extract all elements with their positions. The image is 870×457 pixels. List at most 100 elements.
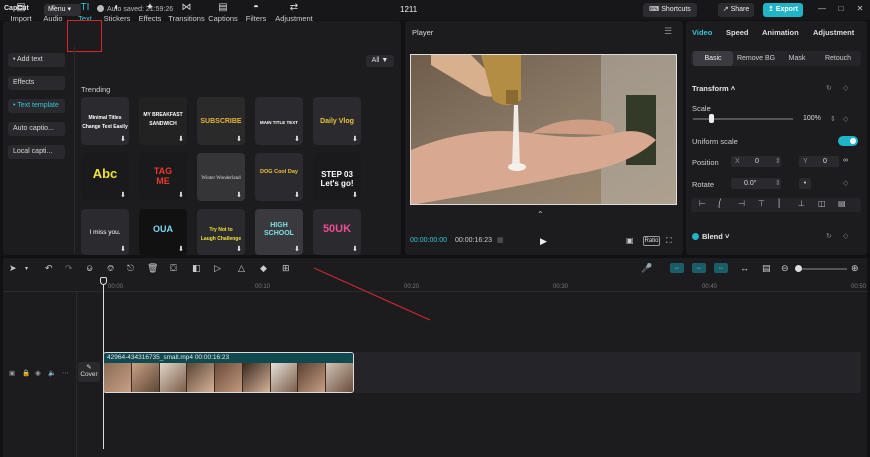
keyframe-icon[interactable]: ◇ [843,115,848,123]
split-icon[interactable]: ⎉ [86,263,93,274]
stepper-icon[interactable]: ⇕ [830,115,836,123]
download-icon[interactable]: ⬇ [352,191,358,199]
download-icon[interactable]: ⬇ [294,135,300,143]
sidebar-item-text-template[interactable]: • Text template [8,99,65,113]
speaker-icon[interactable]: 🔈 [48,369,56,377]
tab-speed[interactable]: Speed [726,28,749,37]
sidebar-item-add-text[interactable]: • Add text [8,53,65,67]
download-icon[interactable]: ⬇ [236,245,242,253]
tab-filters[interactable]: ◓ Filters [244,2,268,23]
uniform-scale-toggle[interactable] [838,136,858,146]
filter-all-button[interactable]: All ▼ [366,55,394,67]
keyframe-icon[interactable]: ◇ [843,179,848,187]
sidebar-item-auto-captions[interactable]: Auto captio... [8,122,65,136]
template-tile[interactable]: SUBSCRIBE ⬇ [197,97,245,145]
auto-snap-icon[interactable]: ↔ [692,263,706,273]
download-icon[interactable]: ⬇ [178,191,184,199]
chevron-down-icon[interactable]: ▾ [25,265,28,272]
download-icon[interactable]: ⬇ [236,135,242,143]
align-left-icon[interactable]: ⊢ [699,199,706,208]
playhead-line[interactable] [103,277,104,449]
playhead-handle[interactable] [100,277,107,285]
subtab-remove-bg[interactable]: Remove BG [735,51,777,66]
sidebar-item-local-captions[interactable]: Local capti... [8,145,65,159]
align-top-icon[interactable]: ⊤ [758,199,765,208]
zoom-slider-knob[interactable] [795,265,802,272]
subtab-mask[interactable]: Mask [779,51,815,66]
reset-icon[interactable]: ↻ [826,84,832,92]
menu-icon[interactable]: ☰ [664,26,672,37]
align-center-v-icon[interactable]: ⎜ [778,199,782,208]
share-button[interactable]: ↗ Share [718,3,754,17]
more-icon[interactable]: ⋯ [62,369,69,377]
microphone-icon[interactable]: 🎤 [641,263,652,274]
linkage-icon[interactable]: ↔ [714,263,728,273]
align-right-icon[interactable]: ⊣ [738,199,745,208]
shortcuts-button[interactable]: ⌨ Shortcuts [643,3,697,17]
zoom-in-icon[interactable]: ⊕ [851,263,859,274]
video-clip[interactable]: 42964-434316735_small.mp4 00:00:16:23 [103,352,354,393]
lock-icon[interactable]: 🔒 [22,369,30,377]
keyframe-icon[interactable]: ◇ [843,84,848,92]
template-tile[interactable]: I miss you. ⬇ [81,209,129,255]
template-tile[interactable]: HIGH SCHOOL ⬇ [255,209,303,255]
tab-audio[interactable]: ○ Audio [40,2,66,23]
mirror-icon[interactable]: △ [238,263,245,274]
template-tile[interactable]: Try Not to Laugh Challenge ⬇ [197,209,245,255]
maximize-button[interactable]: □ [836,4,846,14]
minimize-button[interactable]: — [817,4,827,14]
subtab-retouch[interactable]: Retouch [817,51,859,66]
rotate-icon[interactable]: ◆ [260,263,267,274]
rotate-dial[interactable]: • [799,178,811,189]
reverse-icon[interactable]: ▷ [214,263,221,274]
tab-animation[interactable]: Animation [762,28,799,37]
template-tile[interactable]: Minimal Titles Change Text Easily ⬇ [81,97,129,145]
template-tile[interactable]: MAIN TITLE TEXT ⬇ [255,97,303,145]
zoom-slider-track[interactable] [795,268,847,270]
blend-section[interactable]: Blend ˅ [692,232,729,241]
position-x-field[interactable]: X0 [731,156,781,167]
export-button[interactable]: ↥ Export [763,3,803,17]
link-icon[interactable]: ∞ [843,157,848,164]
template-tile[interactable]: MY BREAKFAST SANDWICH ⬇ [139,97,187,145]
download-icon[interactable]: ⬇ [178,245,184,253]
stepper-icon[interactable]: ⇕ [775,179,781,187]
template-tile[interactable]: Winter Wonderland ⬇ [197,153,245,201]
tab-video[interactable]: Video [692,28,712,37]
distribute-v-icon[interactable]: ▤ [838,199,846,208]
template-tile[interactable]: TAG ME ⬇ [139,153,187,201]
scale-value[interactable]: 100% [803,115,821,122]
distribute-h-icon[interactable]: ◫ [818,199,826,208]
shield-icon[interactable]: ⛋ [170,263,177,274]
play-button[interactable]: ▶ [540,236,547,247]
eye-icon[interactable]: ◉ [35,369,41,377]
tab-transitions[interactable]: ⋈ Transitions [168,2,205,23]
close-button[interactable]: ✕ [855,4,865,14]
reset-icon[interactable]: ↻ [826,232,832,240]
download-icon[interactable]: ⬇ [352,135,358,143]
video-preview[interactable] [410,54,677,205]
undo-icon[interactable]: ↶ [45,263,53,274]
redo-icon[interactable]: ↷ [65,263,73,274]
stepper-icon[interactable]: ⇕ [775,157,781,165]
template-tile[interactable]: OUA ⬇ [139,209,187,255]
download-icon[interactable]: ⬇ [120,135,126,143]
template-tile[interactable]: Daily Vlog ⬇ [313,97,361,145]
download-icon[interactable]: ⬇ [294,245,300,253]
ratio-button[interactable]: Ratio [643,236,660,246]
freeze-icon[interactable]: ◧ [192,263,201,274]
preview-axis-icon[interactable]: ↔ [740,263,749,273]
tab-stickers[interactable]: ◐ Stickers [103,2,131,23]
scale-slider-knob[interactable] [709,114,714,123]
cover-button[interactable]: ✎ Cover [78,362,100,382]
fullscreen-icon[interactable]: ⛶ [666,236,672,246]
position-y-field[interactable]: Y0 [799,156,839,167]
template-tile[interactable]: Abc ⬇ [81,153,129,201]
sidebar-item-effects[interactable]: Effects [8,76,65,90]
tab-captions[interactable]: ▤ Captions [207,2,239,23]
caption-preview-icon[interactable]: ▤ [762,263,771,274]
template-tile[interactable]: STEP 03 Let's go! ⬇ [313,153,361,201]
template-tile[interactable]: 50UK ⬇ [313,209,361,255]
transform-section[interactable]: Transform ˄ [692,84,735,93]
tab-adjustment[interactable]: ⇄ Adjustment [274,2,314,23]
